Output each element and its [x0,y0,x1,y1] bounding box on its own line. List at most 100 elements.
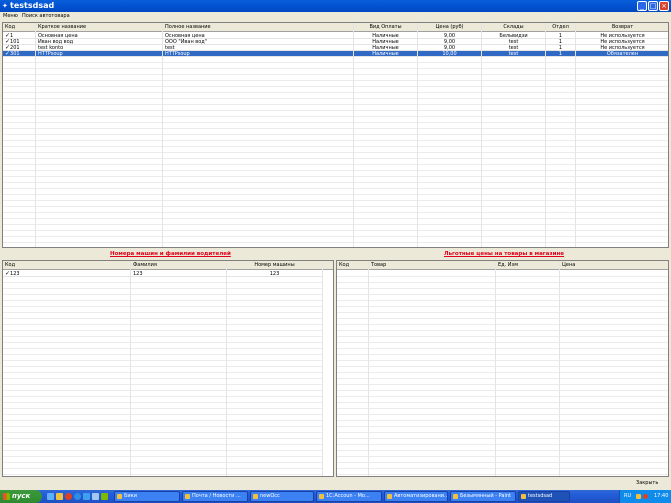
main-grid-header: Код Краткое название Полное название Вид… [3,23,668,32]
minimize-button[interactable]: _ [637,1,647,11]
table-cell: 123 [227,271,323,277]
column-divider [130,261,131,476]
taskbar-button[interactable]: Автоматизировани... [384,491,448,502]
empty-row-line [3,324,323,325]
taskbar-button[interactable]: Безымянный - Paint [450,491,516,502]
col-header-unit[interactable]: Ед. Изм [496,261,560,270]
menu-bar: Меню Поиск автотовара [0,12,671,20]
start-label: пуск [12,492,31,500]
cell-text: 123 [10,271,20,277]
empty-row-line [3,402,323,403]
empty-row-line [3,450,323,451]
cell-text: HTTPsoup [38,51,63,57]
col-header-full-name[interactable]: Полное название [163,23,354,32]
empty-row-line [337,414,668,415]
col-header-code[interactable]: Код [3,23,36,32]
empty-row-line [337,444,668,445]
cell-text: 123 [269,271,280,277]
col-header-return[interactable]: Возврат [576,23,668,32]
empty-row-line [3,456,323,457]
empty-row-line [3,158,668,159]
empty-row-line [3,98,668,99]
empty-row-line [3,152,668,153]
maximize-button[interactable]: □ [648,1,658,11]
close-link[interactable]: Закрыть [636,480,658,486]
col-header-surname[interactable]: Фамилия [131,261,227,270]
empty-row-line [337,372,668,373]
window-icon [387,494,392,499]
tray-icon[interactable] [636,494,641,499]
empty-row-line [337,390,668,391]
menu-item-search[interactable]: Поиск автотовара [22,13,70,19]
drivers-grid[interactable]: Код Фамилия Номер машины ✓123 123 123 [2,260,334,477]
col-header-price[interactable]: Цена (руб) [418,23,482,32]
table-cell: ✓301 [3,51,36,57]
col-header-price[interactable]: Цена [560,261,668,270]
empty-row-line [3,468,323,469]
empty-row-line [3,306,323,307]
tray-icon[interactable] [643,494,648,499]
show-desktop-icon[interactable] [47,493,54,500]
start-button[interactable]: пуск [0,490,42,503]
ie-icon[interactable] [74,493,81,500]
col-header-warehouses[interactable]: Склады [482,23,546,32]
taskbar-button[interactable]: 1С:Accoun - Мо... [316,491,382,502]
empty-row-line [3,438,323,439]
empty-row-line [337,318,668,319]
table-row[interactable]: ✓123 123 123 [3,271,323,277]
empty-row-line [3,360,323,361]
empty-row-line [3,288,323,289]
table-cell: ✓123 [3,271,131,277]
col-header-code[interactable]: Код [3,261,131,270]
table-cell: 10,00 [418,51,482,57]
col-header-short-name[interactable]: Краткое название [36,23,163,32]
taskbar-button[interactable]: Бики [114,491,180,502]
discount-prices-grid[interactable]: Код Товар Ед. Изм Цена [336,260,669,477]
taskbar-button[interactable]: newOcc [250,491,314,502]
col-header-car-number[interactable]: Номер машины [227,261,323,270]
menu-item-menu[interactable]: Меню [3,13,18,19]
empty-row-line [337,360,668,361]
window-icon [521,494,526,499]
col-header-payment[interactable]: Вид Оплаты [354,23,418,32]
empty-row-line [3,426,323,427]
empty-row-line [3,414,323,415]
folder-icon[interactable] [56,493,63,500]
empty-row-line [337,324,668,325]
drivers-grid-header: Код Фамилия Номер машины [3,261,333,270]
taskbar-button[interactable]: Почта / Новости ... [182,491,248,502]
column-divider [368,261,369,476]
empty-row-line [337,426,668,427]
app-icon[interactable] [83,493,90,500]
empty-row-line [337,402,668,403]
language-indicator[interactable]: RU [624,490,631,503]
column-divider [353,23,354,247]
empty-row-line [337,276,668,277]
empty-row-line [3,104,668,105]
empty-row-line [3,92,668,93]
empty-row-line [3,378,323,379]
empty-row-line [337,462,668,463]
window-title: testsdsad [10,1,55,10]
column-divider [481,23,482,247]
app-icon[interactable] [92,493,99,500]
close-button[interactable]: × [659,1,669,11]
col-header-code[interactable]: Код [337,261,369,270]
col-header-product[interactable]: Товар [369,261,496,270]
column-divider [495,261,496,476]
empty-row-line [337,330,668,331]
table-row[interactable]: ✓301 HTTPsoup HTTPsoup Наличные 10,00 test 1 Об… [3,51,668,57]
empty-row-line [3,128,668,129]
empty-row-line [3,62,668,63]
empty-row-line [3,230,668,231]
empty-row-line [3,170,668,171]
app-icon[interactable] [101,493,108,500]
main-grid[interactable]: Код Краткое название Полное название Вид… [2,22,669,248]
col-header-department[interactable]: Отдел [546,23,576,32]
cell-text: Наличные [372,51,399,57]
table-cell: HTTPsoup [163,51,354,57]
browser-icon[interactable] [65,493,72,500]
system-tray: RU 17:40 [619,490,671,503]
empty-row-line [337,420,668,421]
taskbar-button[interactable]: testsdsad [518,491,570,502]
